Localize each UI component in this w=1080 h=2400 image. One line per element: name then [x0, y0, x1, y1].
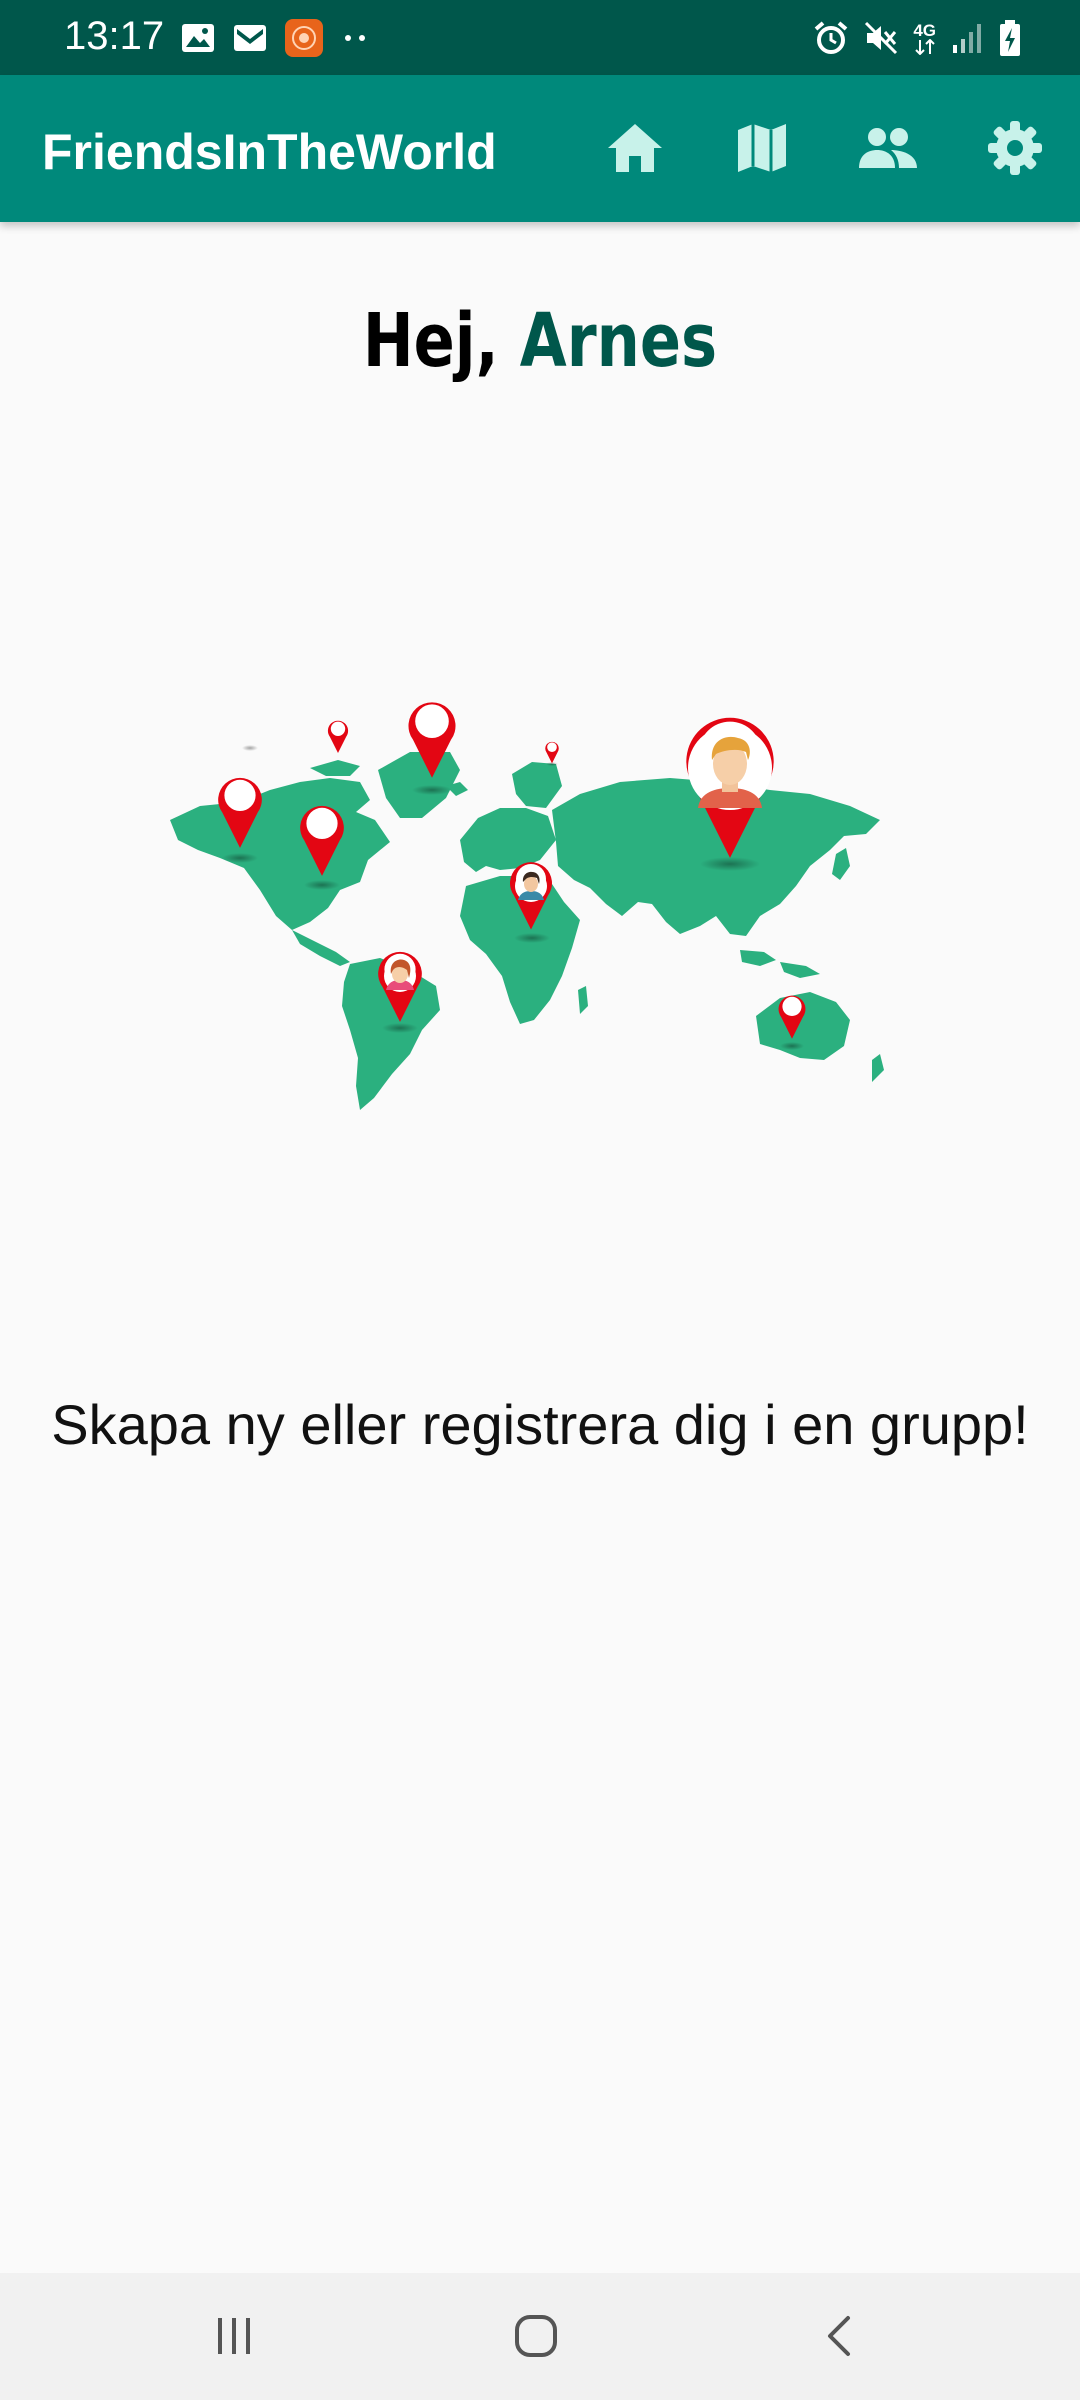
alarm-icon: [815, 21, 848, 54]
pin-canada-small: [327, 720, 349, 754]
group-icon: [859, 128, 917, 168]
back-button[interactable]: [800, 2301, 880, 2371]
pin-iceland-small: [545, 741, 559, 764]
madagascar-shape: [578, 986, 588, 1014]
new-zealand-shape: [872, 1054, 884, 1082]
system-nav-bar: [0, 2273, 1080, 2400]
group-button[interactable]: [853, 113, 923, 183]
status-notification-icons: [180, 18, 370, 58]
japan-shape: [832, 848, 850, 880]
continents: [170, 752, 884, 1110]
central-america-shape: [292, 930, 350, 966]
signal-icon: [953, 24, 981, 53]
gmail-icon: [234, 25, 266, 51]
greeting-prefix: Hej,: [362, 298, 499, 384]
north-america-shape: [170, 778, 390, 930]
back-icon: [828, 2316, 850, 2356]
app-bar: FriendsInTheWorld: [0, 75, 1080, 222]
cta-text: Skapa ny eller registrera dig i en grupp…: [51, 1393, 1029, 1456]
status-bar: 13:17 4G: [0, 0, 1080, 75]
southeast-asia-islands-shape: [740, 950, 820, 978]
settings-icon: [988, 121, 1042, 175]
gallery-icon: [182, 24, 214, 52]
app-notification-icon: [285, 19, 323, 57]
status-time: 13:17: [64, 14, 165, 58]
app-title: FriendsInTheWorld: [42, 124, 497, 180]
settings-button[interactable]: [980, 113, 1050, 183]
avatar-man-blond-icon: [688, 726, 772, 810]
home-nav-icon: [515, 2315, 557, 2357]
world-map-illustration: [170, 702, 884, 1110]
recent-apps-button[interactable]: [194, 2301, 274, 2371]
status-system-icons: 4G: [813, 16, 1022, 60]
greeting-heading: Hej, Arnes: [97, 298, 983, 384]
europe-shape: [460, 808, 556, 872]
home-icon: [608, 124, 662, 172]
network-label: 4G: [913, 20, 936, 40]
home-nav-button[interactable]: [496, 2301, 576, 2371]
recent-apps-icon: [218, 2318, 250, 2354]
mute-icon: [865, 21, 898, 55]
home-button[interactable]: [600, 113, 670, 183]
map-button[interactable]: [727, 113, 797, 183]
more-notifications-icon: [345, 35, 365, 41]
greeting-user-name: Arnes: [519, 298, 718, 384]
network-4g-icon: 4G: [913, 22, 936, 55]
map-icon: [738, 124, 786, 172]
battery-charging-icon: [1000, 20, 1020, 56]
avatar-man-dark-icon: [515, 870, 547, 902]
scandinavia-shape: [512, 762, 562, 808]
greenland-shape: [378, 752, 460, 818]
arctic-islands-shape: [310, 760, 360, 776]
